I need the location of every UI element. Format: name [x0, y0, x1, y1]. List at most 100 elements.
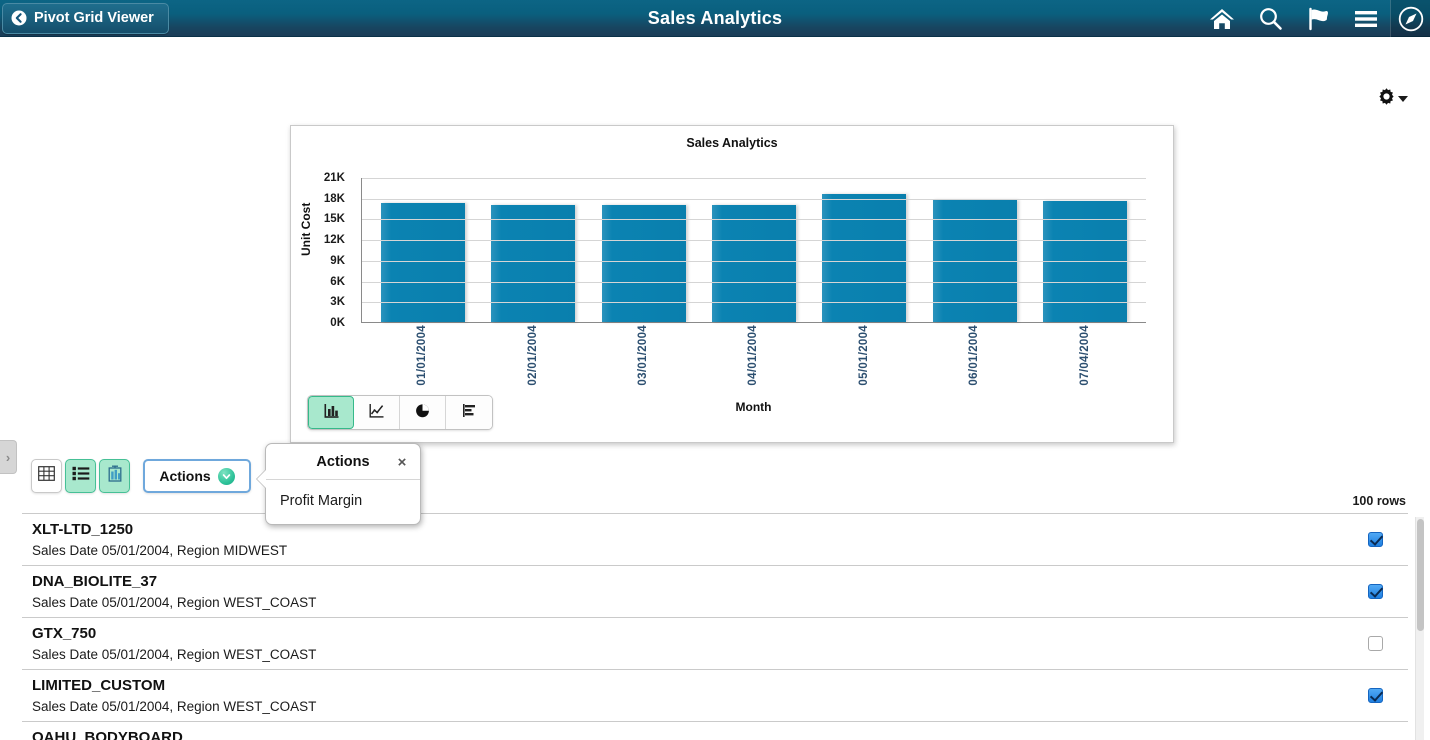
- horizontal-bar-chart-type-button[interactable]: [446, 396, 492, 429]
- chart-title: Sales Analytics: [291, 126, 1173, 150]
- list-item-checkbox[interactable]: [1368, 584, 1383, 599]
- x-axis-tick-label: 06/01/2004: [968, 325, 980, 386]
- navbar-icon[interactable]: [1390, 0, 1430, 37]
- gridline: [362, 261, 1146, 262]
- view-button-group: [31, 459, 130, 493]
- x-axis-tick-cell: 01/01/2004: [380, 325, 464, 386]
- popover-header: Actions ×: [266, 444, 420, 480]
- list-item-checkbox[interactable]: [1368, 532, 1383, 547]
- chevron-right-icon: ›: [6, 451, 10, 464]
- list-view-button[interactable]: [65, 459, 96, 493]
- menu-icon[interactable]: [1342, 0, 1390, 37]
- app-header: Pivot Grid Viewer Sales Analytics: [0, 0, 1430, 37]
- result-list: XLT-LTD_1250Sales Date 05/01/2004, Regio…: [22, 513, 1408, 740]
- bar[interactable]: [602, 205, 686, 322]
- actions-button-label: Actions: [159, 468, 210, 484]
- list-item[interactable]: XLT-LTD_1250Sales Date 05/01/2004, Regio…: [22, 514, 1408, 566]
- plot-area: [361, 178, 1146, 323]
- x-axis-tick-cell: 03/01/2004: [601, 325, 685, 386]
- gridline: [362, 282, 1146, 283]
- x-axis-tick-label: 01/01/2004: [416, 325, 428, 386]
- pie-chart-icon: [414, 402, 431, 424]
- list-item-subtitle: Sales Date 05/01/2004, Region WEST_COAST: [32, 696, 1348, 717]
- popover-arrow: [257, 470, 266, 488]
- flag-icon[interactable]: [1294, 0, 1342, 37]
- chart-view-button[interactable]: [99, 459, 130, 493]
- popover-title: Actions: [316, 454, 369, 470]
- x-axis-tick-label: 04/01/2004: [747, 325, 759, 386]
- y-axis-tick: 3K: [330, 296, 345, 308]
- gridline: [362, 219, 1146, 220]
- x-axis-tick-cell: 07/04/2004: [1043, 325, 1127, 386]
- chevron-down-icon: [218, 468, 235, 485]
- gear-icon: [1377, 87, 1396, 111]
- list-item-title: DNA_BIOLITE_37: [32, 571, 1348, 592]
- y-axis-label: Unit Cost: [299, 203, 313, 256]
- x-axis-tick-cell: 04/01/2004: [711, 325, 795, 386]
- list-item-subtitle: Sales Date 05/01/2004, Region WEST_COAST: [32, 644, 1348, 665]
- pie-chart-type-button[interactable]: [400, 396, 446, 429]
- close-icon[interactable]: ×: [394, 454, 410, 470]
- back-chevron-icon: [11, 10, 27, 26]
- x-axis-tick-cell: 05/01/2004: [822, 325, 906, 386]
- back-button-label: Pivot Grid Viewer: [34, 10, 154, 26]
- list-item-title: GTX_750: [32, 623, 1348, 644]
- back-button[interactable]: Pivot Grid Viewer: [2, 3, 169, 34]
- x-axis-tick-label: 07/04/2004: [1079, 325, 1091, 386]
- y-axis-tick: 0K: [330, 317, 345, 329]
- popover-item-profit-margin[interactable]: Profit Margin: [266, 480, 420, 524]
- grid-view-button[interactable]: [31, 459, 62, 493]
- sidebar-expand-handle[interactable]: ›: [0, 440, 17, 474]
- y-axis-tick: 18K: [324, 193, 345, 205]
- y-axis-tick: 12K: [324, 234, 345, 246]
- x-axis-tick-label: 05/01/2004: [858, 325, 870, 386]
- gridline: [362, 199, 1146, 200]
- x-axis-tick-label: 02/01/2004: [527, 325, 539, 386]
- x-axis-tick-cell: 06/01/2004: [932, 325, 1016, 386]
- y-axis-tick: 21K: [324, 172, 345, 184]
- chart-column-icon: [107, 465, 123, 487]
- list-item[interactable]: LIMITED_CUSTOMSales Date 05/01/2004, Reg…: [22, 670, 1408, 722]
- x-axis-ticks: 01/01/2004 02/01/2004 03/01/2004 04/01/2004…: [361, 325, 1146, 386]
- rows-count-label: 100 rows: [1352, 494, 1406, 508]
- y-axis-tick: 6K: [330, 276, 345, 288]
- horizontal-bar-chart-icon: [461, 402, 478, 424]
- y-axis-tick: 9K: [330, 255, 345, 267]
- x-axis-tick-cell: 02/01/2004: [491, 325, 575, 386]
- view-toolbar: Actions: [31, 459, 251, 493]
- chart-plot: Unit Cost 0K 3K 6K 9K 12K 15K 18K 21K 01/01/200…: [291, 158, 1173, 420]
- list-item[interactable]: GTX_750Sales Date 05/01/2004, Region WES…: [22, 618, 1408, 670]
- home-icon[interactable]: [1198, 0, 1246, 37]
- chevron-down-icon: [1398, 96, 1408, 102]
- settings-menu-button[interactable]: [1377, 87, 1408, 111]
- chart-type-toolbar: [307, 395, 493, 430]
- list-scrollbar[interactable]: [1415, 517, 1424, 740]
- line-chart-icon: [368, 402, 385, 424]
- list-item-checkbox[interactable]: [1368, 688, 1383, 703]
- bar[interactable]: [712, 205, 796, 322]
- gridline: [362, 178, 1146, 179]
- actions-button[interactable]: Actions: [143, 459, 251, 493]
- list-item-title: XLT-LTD_1250: [32, 519, 1348, 540]
- bar[interactable]: [491, 205, 575, 322]
- gridline: [362, 240, 1146, 241]
- list-item[interactable]: DNA_BIOLITE_37Sales Date 05/01/2004, Reg…: [22, 566, 1408, 618]
- header-icon-group: [1198, 0, 1430, 37]
- bar-chart-icon: [323, 402, 340, 424]
- bar[interactable]: [381, 203, 465, 322]
- table-grid-icon: [38, 466, 55, 486]
- list-item-subtitle: Sales Date 05/01/2004, Region MIDWEST: [32, 540, 1348, 561]
- search-icon[interactable]: [1246, 0, 1294, 37]
- list-item-subtitle: Sales Date 05/01/2004, Region WEST_COAST: [32, 592, 1348, 613]
- list-item-checkbox[interactable]: [1368, 636, 1383, 651]
- x-axis-tick-label: 03/01/2004: [637, 325, 649, 386]
- list-icon: [72, 466, 90, 486]
- list-item[interactable]: OAHU_BODYBOARDSales Date 05/01/2004, Reg…: [22, 722, 1408, 740]
- y-axis-ticks: 0K3K6K9K12K15K18K21K: [313, 178, 345, 323]
- line-chart-type-button[interactable]: [354, 396, 400, 429]
- bar-chart-type-button[interactable]: [308, 396, 354, 429]
- y-axis-tick: 15K: [324, 213, 345, 225]
- list-item-title: LIMITED_CUSTOM: [32, 675, 1348, 696]
- list-scrollbar-thumb[interactable]: [1417, 519, 1424, 631]
- page-body: Sales Analytics Unit Cost 0K 3K 6K 9K 12K 15K…: [0, 37, 1430, 740]
